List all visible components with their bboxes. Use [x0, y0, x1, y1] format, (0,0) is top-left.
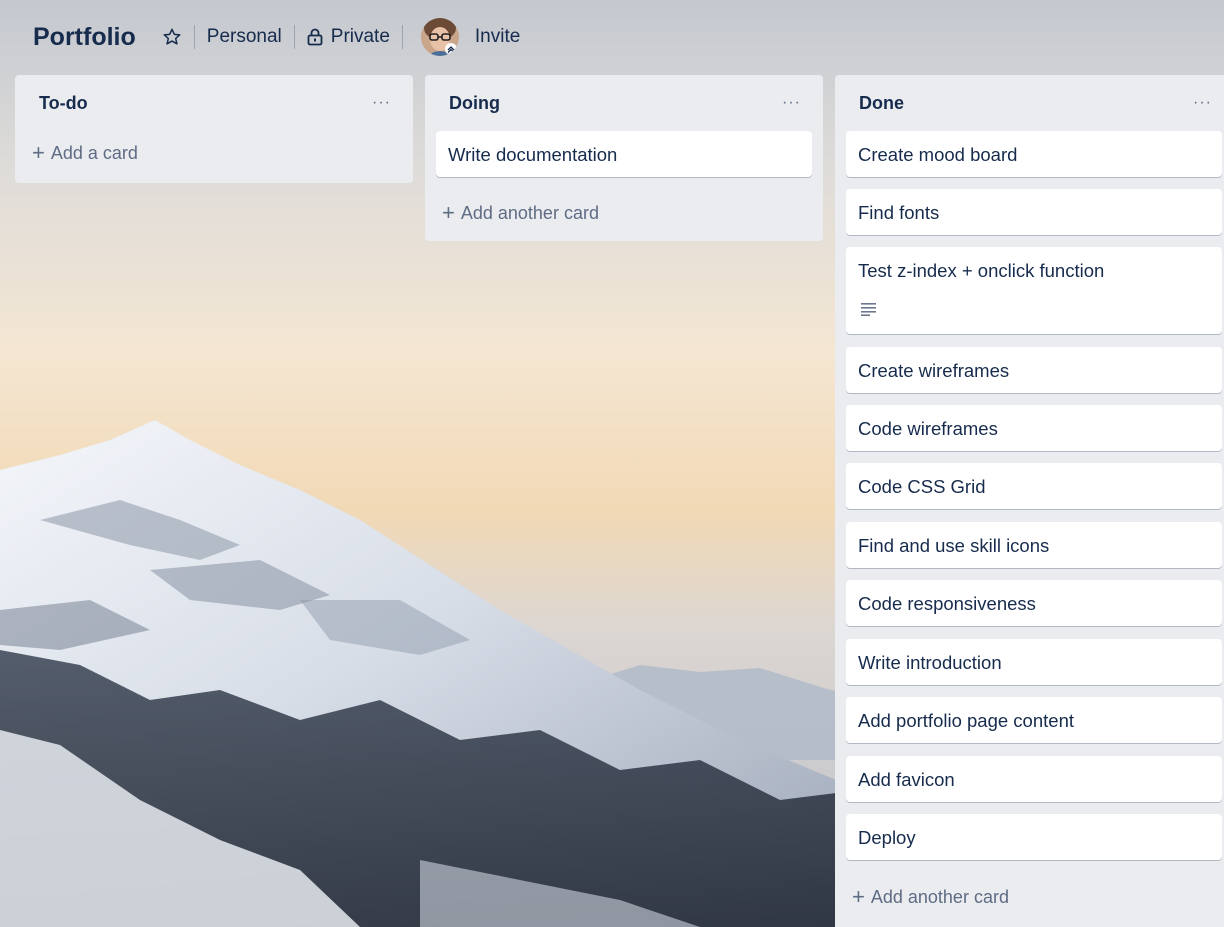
list-done: Done ··· Create mood board Find fonts Te…	[835, 75, 1224, 927]
plus-icon: +	[442, 199, 455, 225]
card[interactable]: Code responsiveness	[846, 580, 1222, 626]
card[interactable]: Deploy	[846, 814, 1222, 860]
invite-button[interactable]: Invite	[475, 26, 520, 48]
add-card-button[interactable]: + Add a card	[32, 139, 138, 165]
card-title: Code wireframes	[858, 418, 998, 439]
plus-icon: +	[32, 139, 45, 165]
add-card-button[interactable]: + Add another card	[442, 199, 599, 225]
add-card-label: Add another card	[870, 887, 1009, 907]
plus-icon: +	[852, 883, 865, 909]
card-title: Find fonts	[858, 202, 940, 223]
add-card-label: Add another card	[460, 203, 599, 223]
star-icon[interactable]	[162, 27, 182, 47]
card[interactable]: Create wireframes	[846, 347, 1222, 393]
member-avatar[interactable]	[420, 18, 459, 56]
visibility-button[interactable]: Private	[307, 26, 390, 48]
list-doing: Doing ··· Write documentation + Add anot…	[425, 75, 823, 241]
card-title: Add portfolio page content	[858, 710, 1074, 731]
card-title: Find and use skill icons	[858, 535, 1050, 556]
list-todo: To-do ··· + Add a card	[15, 75, 413, 183]
lock-icon	[307, 28, 323, 46]
card-title: Create wireframes	[858, 360, 1010, 381]
card-title: Code responsiveness	[858, 593, 1036, 614]
card[interactable]: Write introduction	[846, 639, 1222, 685]
card-title: Create mood board	[858, 144, 1018, 165]
header-divider	[293, 25, 295, 49]
card[interactable]: Create mood board	[846, 131, 1222, 177]
card[interactable]: Find fonts	[846, 189, 1222, 235]
list-header: Done ···	[835, 75, 1224, 131]
card[interactable]: Test z-index + onclick function	[846, 247, 1222, 334]
card[interactable]: Find and use skill icons	[846, 522, 1222, 568]
card[interactable]: Code wireframes	[846, 405, 1222, 451]
board-title[interactable]: Portfolio	[33, 23, 136, 52]
card-title: Write introduction	[858, 652, 1002, 673]
header-divider	[193, 25, 195, 49]
card[interactable]: Add favicon	[846, 756, 1222, 802]
list-title[interactable]: Doing	[449, 93, 500, 114]
visibility-label: Private	[330, 26, 390, 47]
card-title: Test z-index + onclick function	[858, 260, 1105, 281]
add-card-label: Add a card	[50, 143, 138, 163]
list-title[interactable]: Done	[859, 93, 904, 114]
card-title: Add favicon	[858, 769, 955, 790]
header-divider	[401, 25, 403, 49]
description-lines-icon	[861, 299, 876, 316]
list-header: Doing ···	[425, 75, 823, 131]
card-title: Deploy	[858, 827, 916, 848]
card-title: Write documentation	[448, 144, 618, 165]
card[interactable]: Code CSS Grid	[846, 463, 1222, 509]
card[interactable]: Add portfolio page content	[846, 697, 1222, 743]
more-dots-icon[interactable]: ···	[1193, 95, 1212, 111]
card-title: Code CSS Grid	[858, 476, 986, 497]
list-header: To-do ···	[15, 75, 413, 131]
more-dots-icon[interactable]: ···	[782, 95, 801, 111]
list-title[interactable]: To-do	[39, 93, 88, 114]
workspace-button[interactable]: Personal	[207, 26, 282, 48]
more-dots-icon[interactable]: ···	[372, 95, 391, 111]
card[interactable]: Write documentation	[436, 131, 812, 177]
add-card-button[interactable]: + Add another card	[852, 883, 1009, 909]
board-header: Portfolio Personal Private Invite	[0, 0, 1224, 74]
